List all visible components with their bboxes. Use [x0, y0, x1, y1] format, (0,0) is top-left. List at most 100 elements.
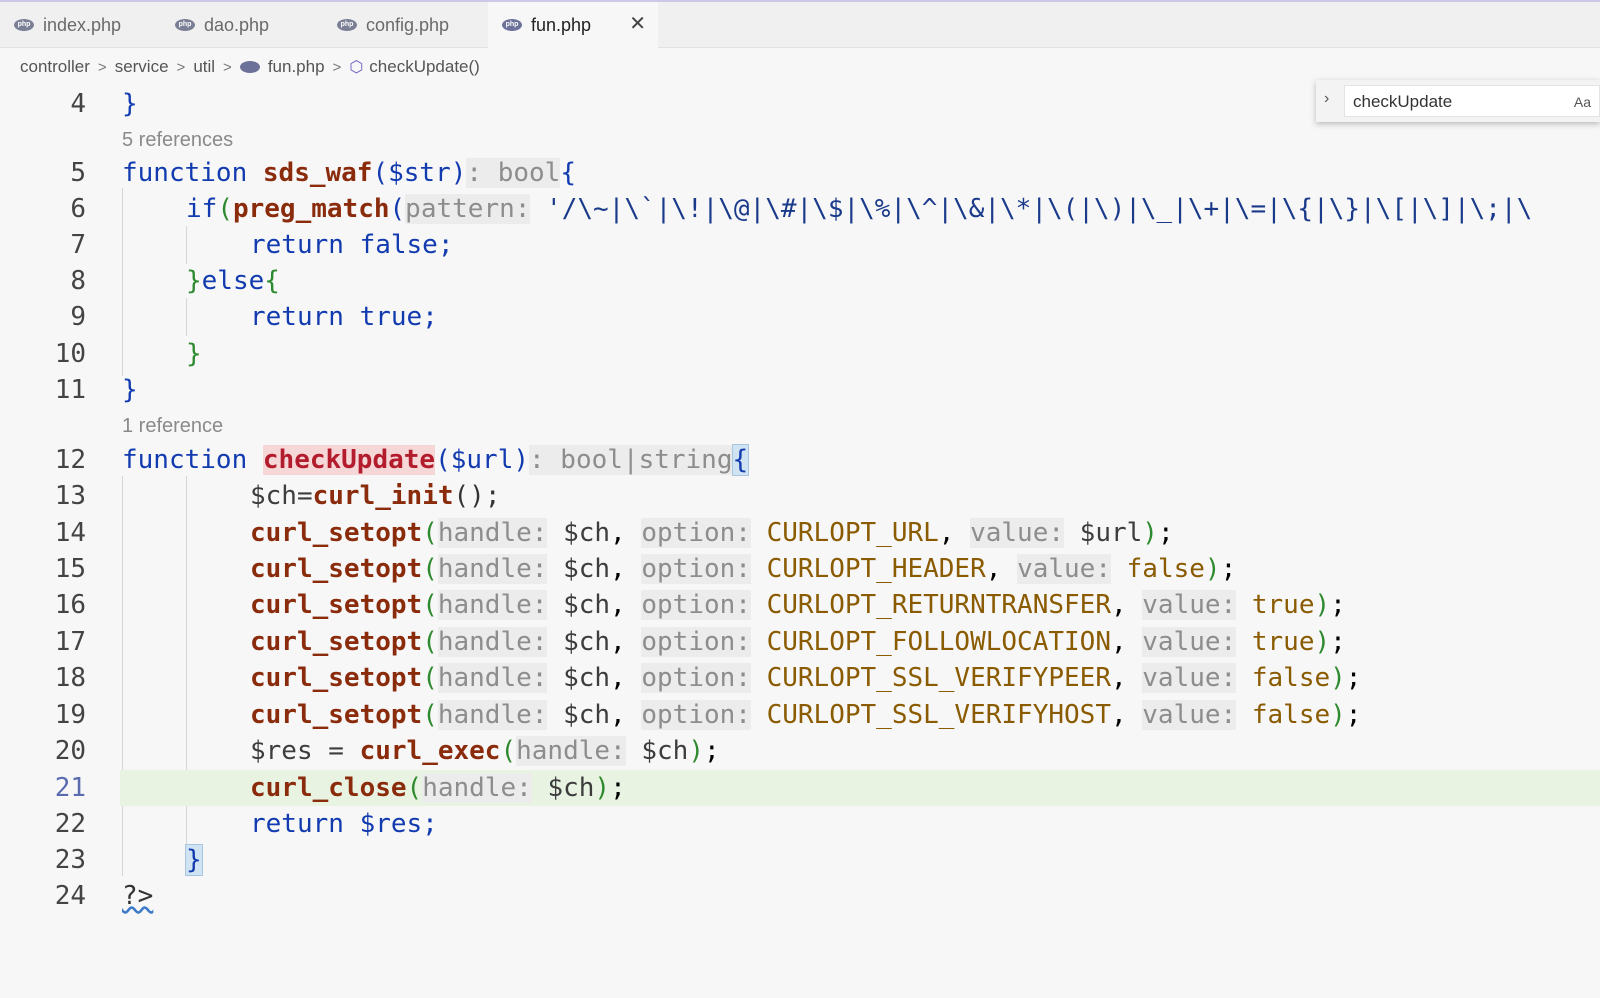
code-token: true [1251, 590, 1315, 620]
tab-config-php[interactable]: php config.php [323, 2, 483, 48]
code-token: { [264, 266, 280, 296]
param-hint: value: [1142, 663, 1237, 693]
code-line-4[interactable]: } [122, 86, 138, 122]
code-token: ( [422, 700, 438, 730]
indent-guide [122, 188, 123, 376]
breadcrumb-item-method[interactable]: checkUpdate() [369, 57, 480, 77]
codelens-references[interactable]: 5 references [122, 122, 233, 158]
code-line-16[interactable]: curl_setopt(handle: $ch, option: CURLOPT… [250, 587, 1346, 623]
line-number: 18 [54, 663, 86, 693]
line-number: 5 [70, 158, 86, 188]
tab-label: dao.php [204, 14, 270, 35]
code-token: true [1251, 627, 1315, 657]
find-input[interactable] [1351, 91, 1525, 113]
code-line-20[interactable]: $res = curl_exec(handle: $ch); [250, 733, 720, 769]
php-file-icon: php [14, 19, 34, 31]
param-hint: option: [641, 518, 751, 548]
code-token: $ch [563, 700, 611, 730]
code-line-22[interactable]: return $res; [250, 806, 438, 842]
tab-label: index.php [43, 14, 122, 35]
code-line-8[interactable]: }else{ [186, 263, 280, 299]
code-line-23[interactable]: } [185, 842, 203, 878]
param-hint: handle: [422, 773, 532, 803]
code-token: ( [422, 590, 438, 620]
code-token: ) [688, 736, 704, 766]
breadcrumb-item-service[interactable]: service [115, 57, 169, 77]
codelens-references[interactable]: 1 reference [122, 408, 223, 444]
line-number: 12 [54, 445, 86, 475]
code-token: $ch [641, 736, 689, 766]
code-line-18[interactable]: curl_setopt(handle: $ch, option: CURLOPT… [250, 660, 1361, 696]
code-token: ) [1204, 554, 1221, 584]
line-number-current: 21 [54, 773, 86, 803]
code-token: ) [1142, 518, 1158, 548]
code-line-9[interactable]: return true; [250, 299, 438, 335]
code-token: ( [422, 554, 438, 584]
find-field: Aa [1344, 85, 1600, 117]
find-widget: › Aa [1316, 80, 1600, 122]
php-close-tag: ?> [122, 881, 154, 911]
code-token: ( [422, 518, 438, 548]
code-line-17[interactable]: curl_setopt(handle: $ch, option: CURLOPT… [250, 624, 1346, 660]
code-token: ( [422, 663, 438, 693]
code-line-5[interactable]: function sds_waf($str): bool{ [122, 155, 576, 191]
code-token: ) [1314, 627, 1331, 657]
code-line-24[interactable]: ?> [122, 878, 153, 914]
code-token: $ch [563, 663, 611, 693]
code-token: function [122, 445, 248, 475]
code-token: curl_setopt [250, 663, 423, 693]
chevron-right-icon[interactable]: › [1324, 90, 1329, 108]
code-line-7[interactable]: return false; [250, 227, 454, 263]
indent-guide [122, 476, 123, 876]
param-hint: option: [641, 663, 751, 693]
code-token: '/\~|\`|\!|\@|\#|\$|\%|\^|\&|\*|\(|\)|\_… [530, 194, 1533, 224]
code-token: else [201, 266, 265, 296]
code-token: ( [217, 194, 233, 224]
code-token: sds_waf [262, 158, 373, 188]
code-token: if [186, 194, 218, 224]
tab-label: config.php [366, 14, 450, 35]
param-hint: handle: [437, 627, 548, 657]
code-token: } [122, 89, 138, 119]
code-line-14[interactable]: curl_setopt(handle: $ch, option: CURLOPT… [250, 515, 1174, 551]
code-editor[interactable]: 4 } 5 references 5 function sds_waf($str… [0, 86, 1600, 998]
tab-dao-php[interactable]: php dao.php [161, 2, 317, 48]
method-cube-icon: ⬡ [349, 59, 364, 76]
tab-fun-php[interactable]: php fun.php ✕ [488, 2, 658, 48]
code-line-10[interactable]: } [186, 336, 202, 372]
php-file-icon: php [337, 19, 357, 31]
line-number: 22 [54, 809, 86, 839]
param-hint: option: [641, 590, 751, 620]
line-number: 11 [54, 375, 86, 405]
php-file-icon: php [175, 19, 195, 31]
code-token: $ch [563, 518, 611, 548]
param-hint: handle: [437, 663, 548, 693]
code-line-19[interactable]: curl_setopt(handle: $ch, option: CURLOPT… [250, 697, 1361, 733]
code-token: $ch [563, 627, 611, 657]
breadcrumb-item-util[interactable]: util [193, 57, 215, 77]
code-token: ) [1314, 590, 1331, 620]
type-hint: : bool|string [529, 445, 733, 475]
code-token: curl_setopt [250, 590, 423, 620]
param-hint: value: [1142, 700, 1237, 730]
close-tab-icon[interactable]: ✕ [629, 14, 646, 34]
code-token: $ch [563, 590, 611, 620]
code-line-6[interactable]: if(preg_match(pattern: '/\~|\`|\!|\@|\#|… [186, 191, 1532, 227]
code-token: curl_setopt [250, 700, 423, 730]
breadcrumb-item-controller[interactable]: controller [20, 57, 90, 77]
code-token: ($str) [372, 158, 467, 188]
indent-guide [186, 298, 187, 336]
code-line-11[interactable]: } [122, 372, 138, 408]
breadcrumb-item-file[interactable]: fun.php [268, 57, 325, 77]
tab-index-php[interactable]: php index.php [0, 2, 156, 48]
code-line-15[interactable]: curl_setopt(handle: $ch, option: CURLOPT… [250, 551, 1236, 587]
code-line-21[interactable]: curl_close(handle: $ch); [250, 770, 626, 806]
code-token: ( [422, 627, 438, 657]
line-number: 13 [54, 481, 86, 511]
code-line-12[interactable]: function checkUpdate($url): bool|string{ [122, 442, 750, 478]
param-hint: value: [1017, 554, 1111, 584]
match-case-toggle[interactable]: Aa [1574, 94, 1591, 110]
editor-tab-bar: php index.php php dao.php php config.php… [0, 0, 1600, 48]
code-line-13[interactable]: $ch=curl_init(); [250, 478, 500, 514]
php-file-icon: php [502, 19, 522, 31]
